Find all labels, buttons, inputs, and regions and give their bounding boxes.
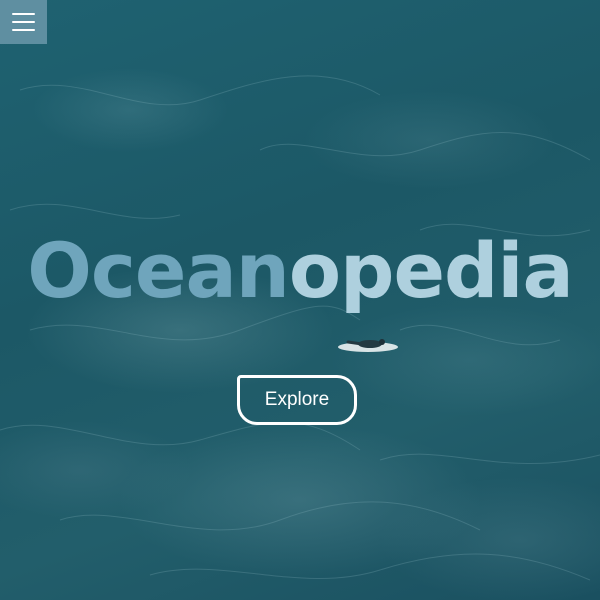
site-title: Oceanopedia — [0, 226, 600, 316]
surfer-image — [338, 339, 398, 352]
hamburger-menu-icon-bottom — [12, 29, 35, 31]
hamburger-menu-icon — [12, 13, 35, 15]
hamburger-menu-icon-middle — [12, 21, 35, 23]
hero-section: Oceanopedia Explore — [0, 0, 600, 600]
menu-button[interactable] — [0, 0, 47, 44]
site-title-part-ocean: Ocean — [27, 226, 290, 315]
explore-button[interactable]: Explore — [237, 375, 357, 425]
site-title-part-opedia: opedia — [288, 226, 574, 315]
